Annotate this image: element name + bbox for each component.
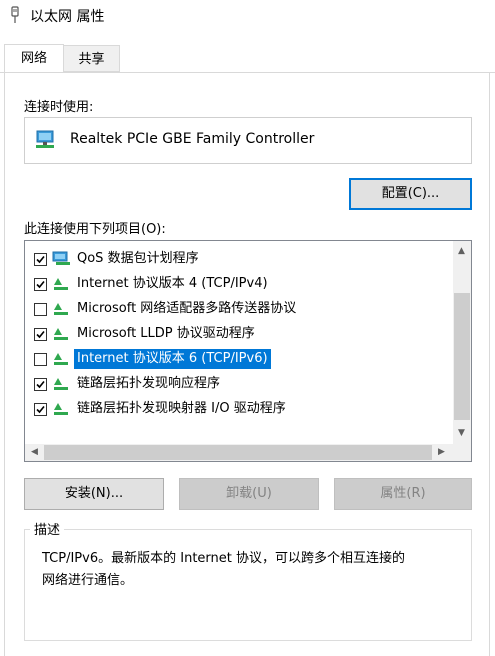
scroll-left-icon[interactable]: ◀ bbox=[31, 448, 38, 457]
list-item-label: Microsoft LLDP 协议驱动程序 bbox=[77, 326, 255, 341]
install-button[interactable]: 安装(N)... bbox=[24, 478, 164, 510]
protocol-icon bbox=[54, 328, 68, 340]
horizontal-scroll-thumb[interactable] bbox=[44, 445, 432, 460]
list-item[interactable]: Internet 协议版本 4 (TCP/IPv4) bbox=[25, 272, 450, 297]
properties-button[interactable]: 属性(R) bbox=[334, 478, 472, 510]
scroll-down-icon[interactable]: ▼ bbox=[458, 429, 465, 438]
scroll-right-icon[interactable]: ▶ bbox=[438, 448, 445, 457]
description-title: 描述 bbox=[30, 519, 65, 538]
qos-scheduler-icon bbox=[52, 251, 70, 265]
checkbox[interactable] bbox=[34, 353, 47, 366]
items-label: 此连接使用下列项目(O): bbox=[24, 222, 166, 237]
checkbox[interactable] bbox=[34, 303, 47, 316]
uninstall-button[interactable]: 卸载(U) bbox=[179, 478, 319, 510]
items-list[interactable]: QoS 数据包计划程序 Internet 协议版本 4 (TCP/IPv4) M… bbox=[24, 240, 472, 462]
list-item[interactable]: 链路层拓扑发现响应程序 bbox=[25, 372, 450, 397]
list-item-label: 链路层拓扑发现响应程序 bbox=[77, 376, 221, 391]
list-item[interactable]: QoS 数据包计划程序 bbox=[25, 247, 450, 272]
list-item-label: Internet 协议版本 4 (TCP/IPv4) bbox=[77, 276, 268, 291]
protocol-icon bbox=[54, 403, 68, 415]
adapter-box: Realtek PCIe GBE Family Controller bbox=[24, 117, 472, 164]
adapter-name: Realtek PCIe GBE Family Controller bbox=[70, 131, 315, 147]
protocol-icon bbox=[54, 303, 68, 315]
description-line: 网络进行通信。 bbox=[42, 573, 134, 588]
horizontal-scrollbar[interactable]: ◀ ▶ bbox=[25, 444, 453, 461]
checkbox[interactable] bbox=[34, 253, 47, 266]
list-item[interactable]: Microsoft LLDP 协议驱动程序 bbox=[25, 322, 450, 347]
tab-sharing[interactable]: 共享 bbox=[64, 45, 120, 72]
list-item-label: Internet 协议版本 6 (TCP/IPv6) bbox=[74, 349, 271, 369]
description-line: TCP/IPv6。最新版本的 Internet 协议，可以跨多个相互连接的 bbox=[42, 551, 405, 566]
vertical-scrollbar[interactable]: ▲ ▼ bbox=[453, 241, 471, 444]
scroll-up-icon[interactable]: ▲ bbox=[458, 247, 465, 256]
list-item-label: Microsoft 网络适配器多路传送器协议 bbox=[77, 301, 297, 316]
network-adapter-icon bbox=[36, 130, 54, 148]
list-item[interactable]: Internet 协议版本 6 (TCP/IPv6) bbox=[25, 347, 450, 372]
list-item[interactable]: Microsoft 网络适配器多路传送器协议 bbox=[25, 297, 450, 322]
tab-network[interactable]: 网络 bbox=[4, 44, 64, 73]
list-item-label: QoS 数据包计划程序 bbox=[77, 251, 199, 266]
protocol-icon bbox=[54, 353, 68, 365]
title-bar: 以太网 属性 bbox=[0, 0, 495, 30]
network-plug-icon bbox=[11, 6, 19, 23]
checkbox[interactable] bbox=[34, 378, 47, 391]
connect-using-label: 连接时使用: bbox=[24, 100, 94, 115]
checkbox[interactable] bbox=[34, 328, 47, 341]
scrollbar-corner bbox=[453, 444, 471, 461]
list-item[interactable]: 链路层拓扑发现映射器 I/O 驱动程序 bbox=[25, 397, 450, 422]
protocol-icon bbox=[54, 378, 68, 390]
checkbox[interactable] bbox=[34, 278, 47, 291]
description-text: TCP/IPv6。最新版本的 Internet 协议，可以跨多个相互连接的 网络… bbox=[42, 548, 462, 592]
list-item-label: 链路层拓扑发现映射器 I/O 驱动程序 bbox=[77, 401, 286, 416]
protocol-icon bbox=[54, 278, 68, 290]
vertical-scroll-thumb[interactable] bbox=[454, 293, 470, 420]
configure-button[interactable]: 配置(C)... bbox=[349, 178, 472, 210]
checkbox[interactable] bbox=[34, 403, 47, 416]
window-title: 以太网 属性 bbox=[30, 9, 105, 25]
